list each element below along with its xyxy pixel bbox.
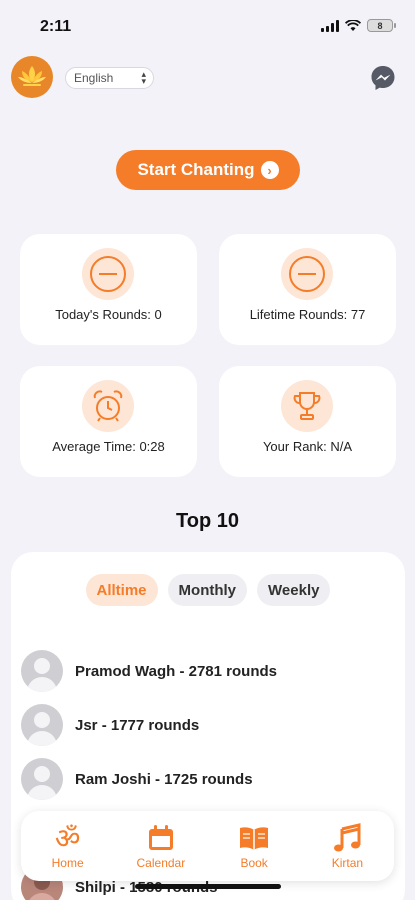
list-item-label: Jsr - 1777 rounds — [75, 716, 200, 734]
wifi-icon — [345, 19, 361, 31]
average-time-label: Average Time: 0:28 — [52, 439, 165, 454]
status-bar: 2:11 8 — [0, 0, 415, 50]
tab-alltime[interactable]: Alltime — [85, 574, 158, 606]
lifetime-rounds-label: Lifetime Rounds: 77 — [249, 307, 366, 322]
home-indicator — [135, 884, 281, 889]
minus-circle-icon — [281, 248, 333, 300]
language-value: English — [74, 71, 114, 85]
nav-label: Calendar — [136, 855, 186, 870]
nav-item-home[interactable]: ॐ Home — [33, 821, 103, 870]
average-time-card: Average Time: 0:28 — [20, 366, 197, 477]
status-icons: 8 — [321, 19, 396, 32]
avatar — [21, 704, 63, 746]
list-item: Pramod Wagh - 2781 rounds — [21, 644, 391, 698]
header: English ▴ ▾ — [0, 56, 415, 100]
nav-item-calendar[interactable]: Calendar — [126, 823, 196, 870]
tab-monthly[interactable]: Monthly — [167, 574, 248, 606]
lotus-logo-icon — [11, 56, 53, 98]
messenger-icon[interactable] — [370, 65, 396, 91]
todays-rounds-label: Today's Rounds: 0 — [55, 307, 162, 322]
signal-icon — [321, 19, 339, 32]
music-note-icon — [333, 822, 361, 853]
battery-level: 8 — [377, 20, 383, 31]
nav-label: Kirtan — [331, 855, 364, 870]
alarm-clock-icon — [82, 380, 134, 432]
your-rank-label: Your Rank: N/A — [262, 439, 353, 454]
nav-label: Book — [240, 855, 268, 870]
leaderboard-title: Top 10 — [176, 510, 239, 532]
chevron-updown-icon: ▴ ▾ — [141, 69, 146, 86]
tab-weekly[interactable]: Weekly — [257, 574, 331, 606]
list-item: Jsr - 1777 rounds — [21, 698, 391, 752]
language-select[interactable]: English ▴ ▾ — [65, 67, 154, 89]
status-time: 2:11 — [40, 18, 72, 35]
todays-rounds-card: Today's Rounds: 0 — [20, 234, 197, 345]
om-icon: ॐ — [54, 821, 81, 855]
nav-label: Home — [51, 855, 84, 870]
trophy-icon — [281, 380, 333, 432]
book-icon — [238, 823, 270, 853]
battery-icon: 8 — [367, 19, 396, 32]
list-item-label: Pramod Wagh - 2781 rounds — [75, 662, 277, 680]
start-chanting-label: Start Chanting — [137, 160, 255, 179]
nav-item-kirtan[interactable]: Kirtan — [312, 822, 382, 870]
bottom-nav: ॐ Home Calendar Book Kirtan — [21, 811, 394, 881]
lifetime-rounds-card: Lifetime Rounds: 77 — [219, 234, 396, 345]
leaderboard-tabs: Alltime Monthly Weekly — [11, 574, 405, 606]
nav-item-book[interactable]: Book — [219, 823, 289, 870]
your-rank-card: Your Rank: N/A — [219, 366, 396, 477]
avatar — [21, 650, 63, 692]
list-item: Ram Joshi - 1725 rounds — [21, 752, 391, 806]
avatar — [21, 758, 63, 800]
minus-circle-icon — [82, 248, 134, 300]
calendar-icon — [147, 823, 175, 853]
start-chanting-button[interactable]: Start Chanting › — [116, 150, 300, 190]
list-item-label: Ram Joshi - 1725 rounds — [75, 770, 253, 788]
chevron-right-circle-icon: › — [260, 161, 279, 179]
